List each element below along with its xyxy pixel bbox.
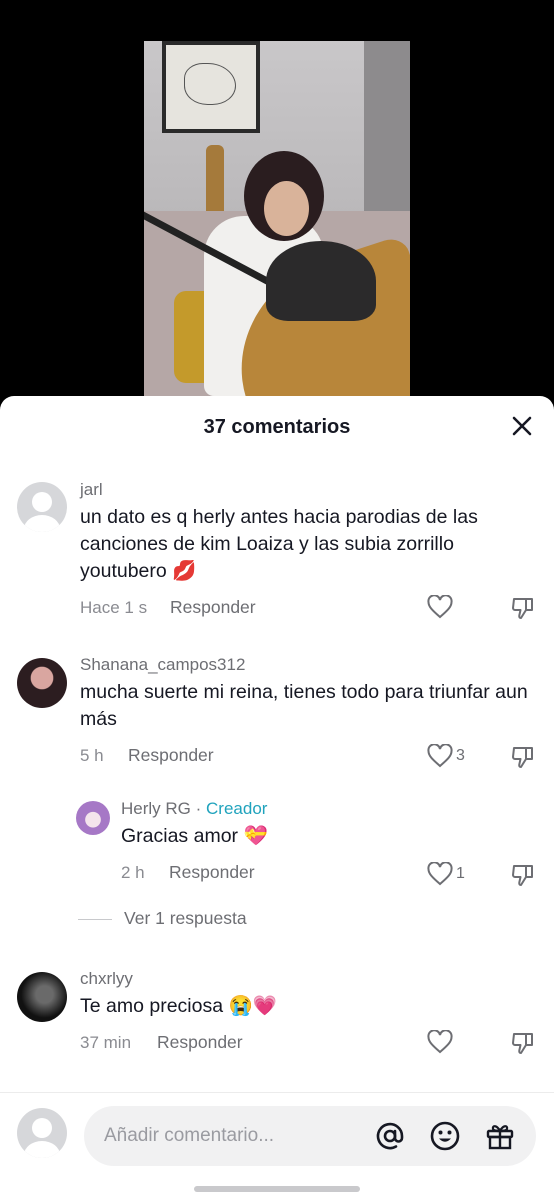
emoji-icon[interactable] [429, 1120, 461, 1152]
comment-username[interactable]: chxrlyy [80, 969, 133, 989]
heart-icon[interactable] [427, 595, 453, 619]
comment-text: mucha suerte mi reina, tienes todo para … [80, 681, 528, 730]
heart-icon[interactable] [427, 1030, 453, 1054]
creator-badge: Creador [206, 799, 268, 818]
dislike-icon[interactable] [511, 595, 535, 621]
view-replies-button[interactable]: Ver 1 respuesta [124, 908, 247, 929]
reply-timestamp: 2 h [121, 863, 145, 882]
username-separator: · [190, 799, 207, 818]
like-count: 1 [456, 865, 465, 882]
comment-input-placeholder: Añadir comentario... [104, 1125, 275, 1146]
at-icon[interactable] [374, 1120, 406, 1152]
comment-username[interactable]: Shanana_campos312 [80, 655, 245, 675]
reply-text: Gracias amor 💝 [121, 825, 268, 847]
comment-username[interactable]: jarl [80, 480, 103, 500]
heart-icon[interactable] [427, 744, 453, 768]
creator-name[interactable]: Herly RG [121, 799, 191, 818]
avatar[interactable] [17, 658, 67, 708]
person-face [264, 181, 309, 236]
close-icon[interactable] [510, 414, 534, 438]
comment-timestamp: 5 h [80, 746, 104, 765]
dislike-icon[interactable] [511, 1030, 535, 1056]
home-indicator [194, 1186, 360, 1192]
dislike-icon[interactable] [511, 744, 535, 770]
dislike-icon[interactable] [511, 862, 535, 888]
avatar[interactable] [17, 482, 67, 532]
comments-count-title: 37 comentarios [203, 416, 351, 438]
like-count: 3 [456, 747, 465, 764]
wall-art [162, 41, 260, 133]
video-frame[interactable] [144, 41, 410, 397]
heart-icon[interactable] [427, 862, 453, 886]
reply-button[interactable]: Responder [169, 862, 255, 883]
replies-divider [78, 919, 112, 920]
reply-button[interactable]: Responder [128, 745, 214, 766]
video-area[interactable] [0, 0, 554, 400]
reply-username[interactable]: Herly RG · Creador [121, 799, 267, 819]
comment-text: Te amo preciosa 😭💗 [80, 995, 278, 1017]
reply-button[interactable]: Responder [157, 1032, 243, 1053]
comment-text: un dato es q herly antes hacia parodias … [80, 506, 478, 582]
gift-icon[interactable] [484, 1120, 516, 1152]
user-avatar[interactable] [17, 1108, 67, 1158]
reply-button[interactable]: Responder [170, 597, 256, 618]
composer-divider [0, 1092, 554, 1093]
comments-sheet: 37 comentarios jarl un dato es q herly a… [0, 396, 554, 1200]
avatar[interactable] [76, 801, 110, 835]
comment-timestamp: 37 min [80, 1033, 132, 1052]
host-hair [266, 241, 376, 321]
comment-input[interactable]: Añadir comentario... [84, 1106, 536, 1166]
comment-timestamp: Hace 1 s [80, 598, 148, 617]
avatar[interactable] [17, 972, 67, 1022]
